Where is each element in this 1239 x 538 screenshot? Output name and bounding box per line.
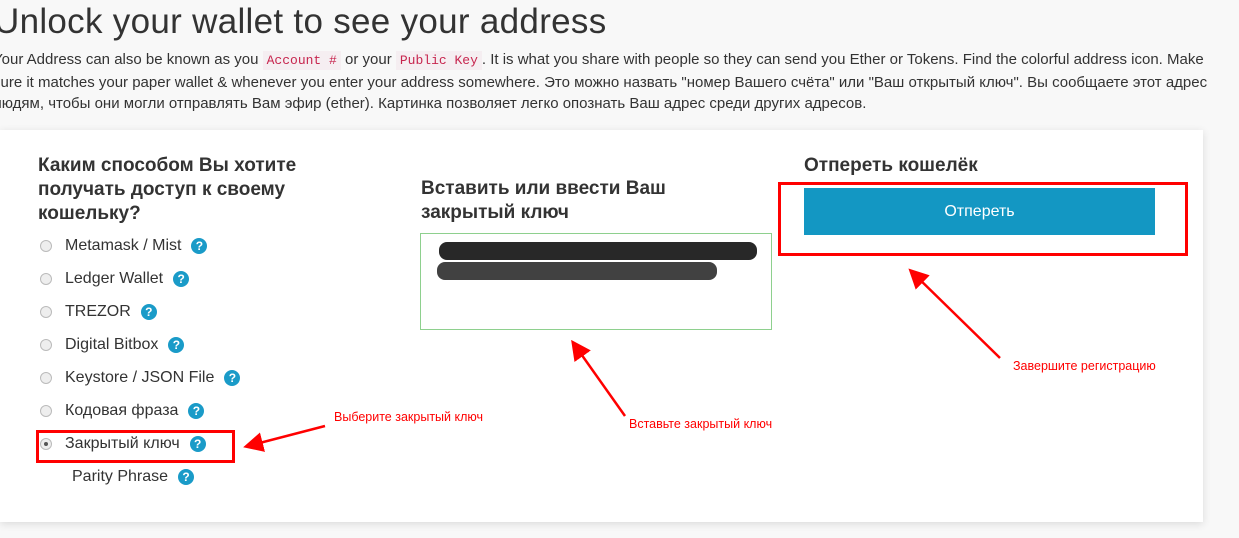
annotation-arrows bbox=[243, 268, 1001, 452]
arrow-paste bbox=[571, 339, 627, 417]
arrow-finish bbox=[908, 268, 1001, 359]
arrow-select bbox=[243, 424, 326, 452]
